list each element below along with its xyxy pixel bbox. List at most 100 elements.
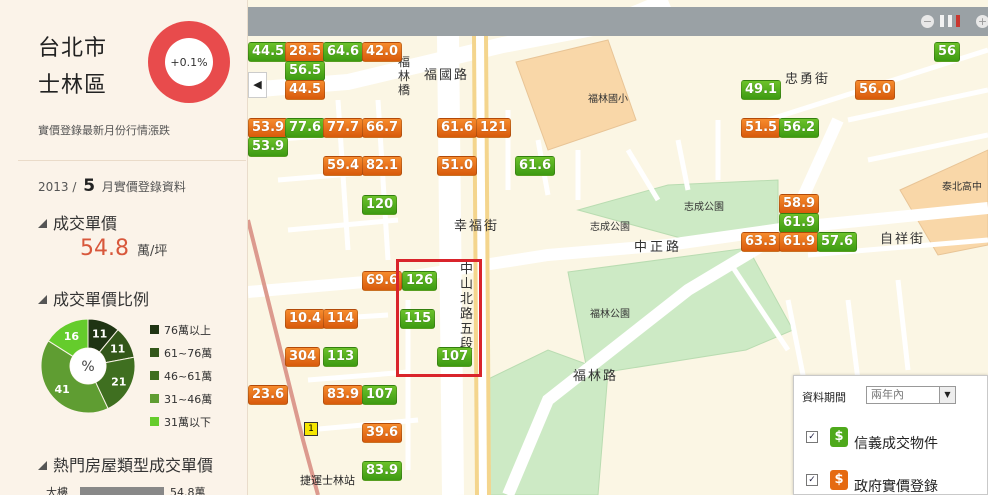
period-select[interactable]: 兩年內 ▼	[866, 386, 956, 404]
sinyi-label: 信義成交物件	[854, 436, 938, 452]
park-label: 福林公園	[590, 309, 630, 320]
price-marker[interactable]: 83.9	[362, 461, 403, 481]
school-label: 福林國小	[588, 94, 628, 105]
unit-price-heading: 成交單價	[38, 210, 117, 234]
period-select-value: 兩年內	[871, 388, 904, 401]
price-marker[interactable]: 51.0	[437, 156, 478, 176]
price-marker[interactable]: 114	[323, 309, 359, 329]
price-marker[interactable]: 64.6	[323, 42, 364, 62]
period-month: 5	[83, 176, 96, 196]
unit-price: 54.8 萬/坪	[80, 236, 167, 261]
price-marker[interactable]: 51.5	[741, 118, 782, 138]
popular-row-value: 54.8萬	[170, 486, 206, 495]
triangle-icon	[38, 295, 47, 304]
price-marker[interactable]: 66.7	[362, 118, 403, 138]
price-marker[interactable]: 120	[362, 195, 398, 215]
price-marker[interactable]: 61.6	[515, 156, 556, 176]
sidebar: 台北市 士林區 +0.1% 實價登錄最新月份行情漲跌 2013 / 5 月實價登…	[0, 0, 248, 495]
map-toolbar	[248, 7, 988, 36]
price-marker[interactable]: 23.6	[248, 385, 289, 405]
ratio-title: 成交單價比例	[53, 290, 150, 309]
legend-item: 76萬以上	[150, 318, 212, 341]
price-marker[interactable]: 63.3	[741, 232, 782, 252]
legend-swatch	[150, 348, 159, 357]
triangle-icon	[38, 219, 47, 228]
popular-row-label: 大樓	[46, 486, 68, 495]
divider	[18, 160, 246, 161]
price-marker[interactable]: 44.5	[248, 42, 289, 62]
price-marker[interactable]: 56.5	[285, 61, 326, 81]
legend-label: 31~46萬	[164, 392, 213, 406]
layer-toggle-icon[interactable]	[940, 15, 944, 27]
price-marker[interactable]: 77.7	[323, 118, 364, 138]
change-value: +0.1%	[165, 38, 213, 86]
popular-row: 大樓 54.8萬	[46, 484, 206, 495]
price-marker[interactable]: 61.9	[779, 232, 820, 252]
price-marker[interactable]: 56.0	[855, 80, 896, 100]
road-label: 幸福街	[454, 219, 500, 234]
legend-item: 61~76萬	[150, 341, 212, 364]
price-marker[interactable]: 56	[934, 42, 961, 62]
legend-swatch	[150, 325, 159, 334]
collapse-sidebar-button[interactable]: ◀	[248, 72, 267, 98]
price-ratio-pie: 1111 21 41 16%	[40, 318, 136, 414]
checkbox-gov[interactable]: ✓	[806, 474, 818, 486]
city-name: 台北市	[38, 36, 108, 61]
price-marker[interactable]: 83.9	[323, 385, 364, 405]
price-marker[interactable]: 53.9	[248, 137, 289, 157]
legend-label: 61~76萬	[164, 346, 213, 360]
popular-row-bar	[80, 487, 164, 495]
chevron-down-icon[interactable]: ▼	[939, 387, 955, 403]
price-marker[interactable]: 58.9	[779, 194, 820, 214]
gov-label: 政府實價登錄	[854, 479, 938, 495]
zoom-in-icon[interactable]: +	[976, 15, 988, 28]
layer-toggle-icon[interactable]	[956, 15, 960, 27]
road-label: 自祥街	[880, 232, 926, 247]
pie-slice-value: 41	[54, 383, 69, 396]
school-label: 泰北高中	[942, 182, 982, 193]
price-marker[interactable]: 59.4	[323, 156, 364, 176]
unit-price-unit: 萬/坪	[136, 244, 168, 259]
price-marker[interactable]: 57.6	[817, 232, 858, 252]
price-marker[interactable]: 121	[476, 118, 512, 138]
road-label: 中正路	[634, 240, 683, 255]
triangle-icon	[38, 461, 47, 470]
ratio-heading: 成交單價比例	[38, 286, 149, 310]
park-label: 志成公園	[684, 202, 724, 213]
station-label: 捷運士林站	[300, 474, 355, 487]
pie-slice-value: 11	[92, 328, 107, 341]
metro-icon: 1	[304, 422, 318, 436]
zoom-out-icon[interactable]: −	[921, 15, 934, 28]
legend-label: 46~61萬	[164, 369, 213, 383]
price-marker[interactable]: 28.5	[285, 42, 326, 62]
price-marker[interactable]: 53.9	[248, 118, 289, 138]
checkbox-sinyi[interactable]: ✓	[806, 431, 818, 443]
price-marker[interactable]: 107	[362, 385, 398, 405]
highlight-box	[396, 259, 482, 377]
filter-panel: 資料期間 兩年內 ▼ ✓ $ 信義成交物件 ✓ $ 政府實價登錄	[793, 375, 988, 495]
price-marker[interactable]: 82.1	[362, 156, 403, 176]
price-marker[interactable]: 113	[323, 347, 359, 367]
price-marker[interactable]: 42.0	[362, 42, 403, 62]
unit-price-title: 成交單價	[53, 214, 118, 233]
price-marker[interactable]: 39.6	[362, 423, 403, 443]
legend-label: 31萬以下	[164, 415, 211, 429]
price-marker[interactable]: 49.1	[741, 80, 782, 100]
pie-slice-value: 16	[64, 330, 80, 343]
road-label: 忠勇街	[785, 72, 831, 87]
dollar-green-icon: $	[830, 427, 848, 447]
price-marker[interactable]: 56.2	[779, 118, 820, 138]
pie-center-label: %	[81, 359, 94, 375]
price-marker[interactable]: 77.6	[285, 118, 326, 138]
period-filter-label: 資料期間	[802, 391, 846, 404]
pie-legend: 76萬以上 61~76萬 46~61萬 31~46萬 31萬以下	[150, 318, 212, 433]
layer-toggle-icon[interactable]	[948, 15, 952, 27]
price-marker[interactable]: 61.9	[779, 213, 820, 233]
price-marker[interactable]: 10.4	[285, 309, 326, 329]
legend-item: 46~61萬	[150, 364, 212, 387]
period-label: 2013 / 5 月實價登錄資料	[38, 176, 186, 196]
price-marker[interactable]: 61.6	[437, 118, 478, 138]
price-marker[interactable]: 44.5	[285, 80, 326, 100]
legend-label: 76萬以上	[164, 323, 211, 337]
price-marker[interactable]: 304	[285, 347, 321, 367]
